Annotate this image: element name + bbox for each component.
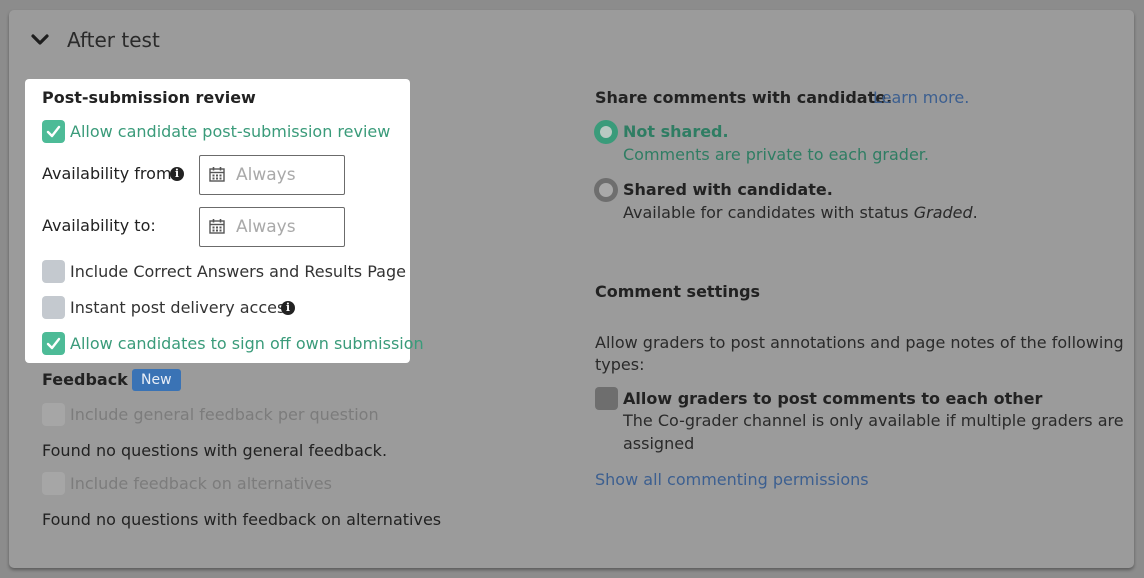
check-icon	[46, 125, 61, 138]
share-comments-title: Share comments with candidate.	[595, 88, 893, 107]
include-correct-checkbox[interactable]	[42, 260, 65, 283]
calendar-icon	[209, 167, 225, 182]
chevron-down-icon[interactable]	[30, 30, 50, 50]
instant-access-label[interactable]: Instant post delivery access	[70, 298, 294, 317]
availability-to-label: Availability to:	[42, 216, 156, 235]
not-shared-description: Comments are private to each grader.	[623, 145, 929, 164]
general-feedback-note: Found no questions with general feedback…	[42, 441, 388, 460]
comment-settings-title: Comment settings	[595, 282, 761, 301]
info-icon[interactable]: i	[281, 301, 295, 315]
availability-from-field[interactable]	[199, 155, 345, 195]
comment-settings-description-line2: types:	[595, 355, 645, 374]
feedback-title: Feedback	[42, 370, 128, 389]
availability-from-label: Availability from:	[42, 164, 177, 183]
sign-off-label[interactable]: Allow candidates to sign off own submiss…	[70, 334, 424, 353]
graders-comments-checkbox[interactable]	[595, 387, 618, 410]
general-feedback-label: Include general feedback per question	[70, 405, 379, 424]
alternatives-feedback-checkbox[interactable]	[42, 472, 65, 495]
show-all-permissions-link[interactable]: Show all commenting permissions	[595, 470, 869, 489]
alternatives-feedback-note: Found no questions with feedback on alte…	[42, 510, 442, 529]
graders-note-line2: assigned	[623, 434, 695, 453]
availability-to-field[interactable]	[199, 207, 345, 247]
availability-from-input[interactable]	[236, 164, 340, 186]
not-shared-label[interactable]: Not shared.	[623, 122, 729, 141]
instant-access-checkbox[interactable]	[42, 296, 65, 319]
availability-to-input[interactable]	[236, 216, 340, 238]
alternatives-feedback-label: Include feedback on alternatives	[70, 474, 332, 493]
allow-review-checkbox[interactable]	[42, 120, 65, 143]
learn-more-link[interactable]: Learn more.	[873, 88, 969, 107]
comment-settings-description-line1: Allow graders to post annotations and pa…	[595, 333, 1124, 352]
section-title: After test	[67, 28, 160, 52]
post-submission-title: Post-submission review	[42, 88, 256, 107]
graders-note-line1: The Co-grader channel is only available …	[623, 411, 1124, 430]
shared-radio[interactable]	[594, 178, 618, 202]
general-feedback-checkbox[interactable]	[42, 403, 65, 426]
graders-comments-label[interactable]: Allow graders to post comments to each o…	[623, 389, 1042, 408]
shared-label[interactable]: Shared with candidate.	[623, 180, 833, 199]
not-shared-radio[interactable]	[594, 120, 618, 144]
calendar-icon	[209, 219, 225, 234]
section-header[interactable]: After test	[30, 26, 160, 54]
shared-description: Available for candidates with status Gra…	[623, 203, 978, 222]
sign-off-checkbox[interactable]	[42, 332, 65, 355]
new-badge: New	[132, 369, 181, 391]
include-correct-label[interactable]: Include Correct Answers and Results Page	[70, 262, 406, 281]
info-icon[interactable]: i	[170, 167, 184, 181]
allow-review-label[interactable]: Allow candidate post-submission review	[70, 122, 390, 141]
check-icon	[46, 337, 61, 350]
graded-status: Graded	[913, 203, 973, 222]
